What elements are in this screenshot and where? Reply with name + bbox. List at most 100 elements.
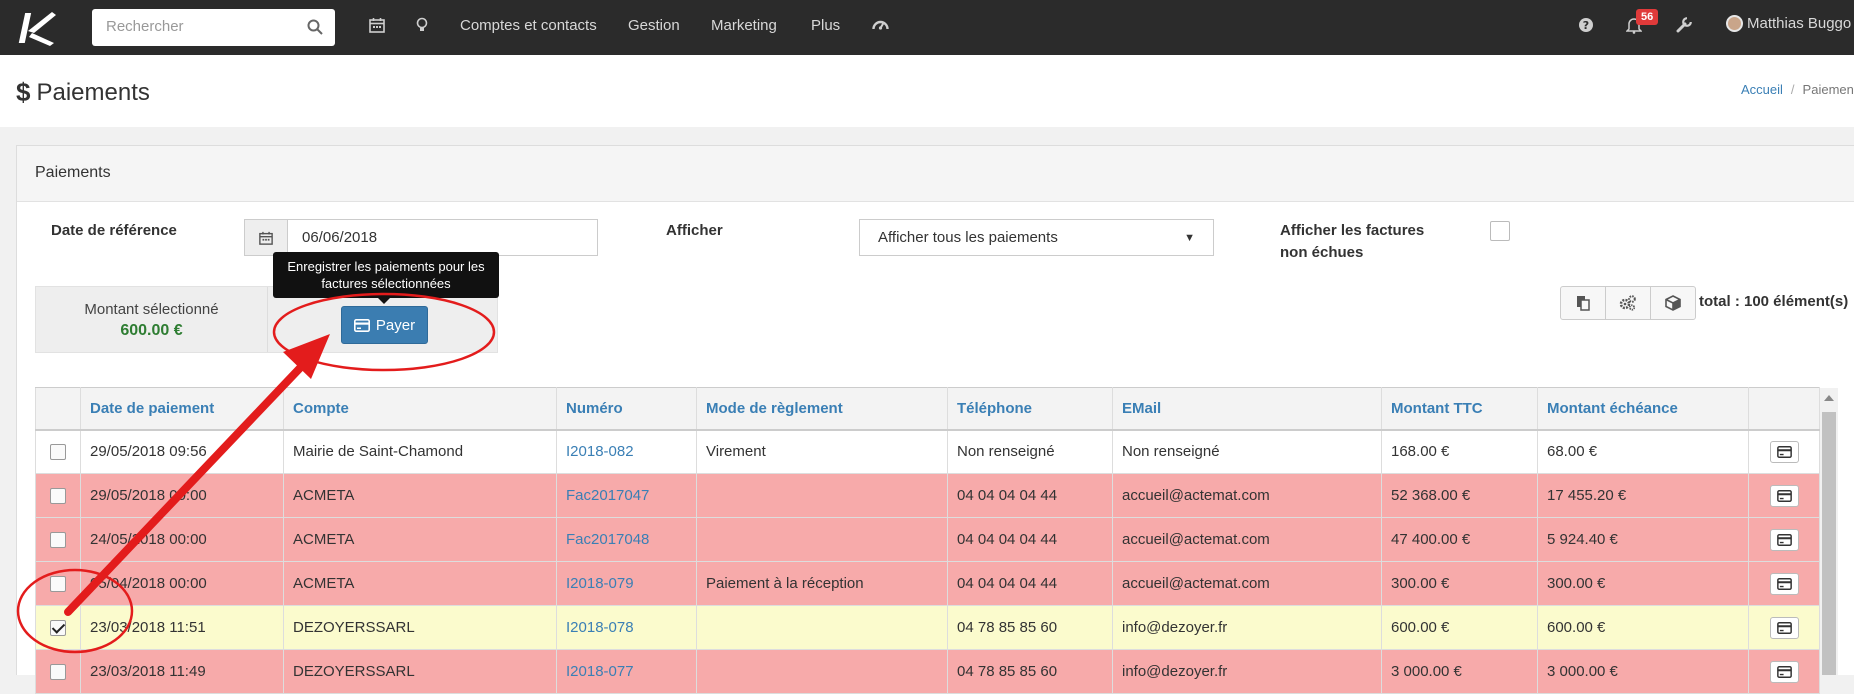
export-button[interactable]: [1650, 286, 1696, 320]
row-checkbox[interactable]: [50, 620, 66, 637]
page-header: $ Paiements Accueil / Paiements: [0, 55, 1854, 127]
cell-select: [35, 605, 81, 650]
row-checkbox[interactable]: [50, 532, 66, 549]
date-reference-input[interactable]: [287, 219, 598, 256]
cell-montant-echeance: 300.00 €: [1537, 561, 1749, 606]
cell-telephone: Non renseigné: [947, 429, 1113, 474]
cell-numero[interactable]: I2018-077: [556, 649, 697, 694]
help-icon[interactable]: ?: [1578, 17, 1594, 33]
cell-montant-ttc: 168.00 €: [1381, 429, 1538, 474]
row-pay-button[interactable]: [1769, 528, 1799, 551]
payments-panel: Paiements Date de référence Afficher Aff…: [16, 145, 1854, 694]
cell-montant-ttc: 47 400.00 €: [1381, 517, 1538, 562]
table-row[interactable]: 29/05/2018 00:00 ACMETA Fac2017047 04 04 04…: [35, 473, 1820, 518]
header-date[interactable]: Date de paiement: [80, 387, 284, 431]
afficher-select[interactable]: Afficher tous les paiements ▼: [859, 219, 1214, 256]
row-checkbox[interactable]: [50, 488, 66, 505]
user-menu[interactable]: Matthias Buggo: [1726, 15, 1851, 32]
cell-compte: DEZOYERSSARL: [283, 649, 557, 694]
nav-comptes-contacts[interactable]: Comptes et contacts: [460, 17, 597, 34]
credit-card-icon: [1776, 665, 1792, 678]
table-row[interactable]: 05/04/2018 00:00 ACMETA I2018-079 Paiement …: [35, 561, 1820, 606]
cell-date: 05/04/2018 00:00: [80, 561, 284, 606]
dashboard-icon[interactable]: [872, 17, 889, 33]
panel-heading: Paiements: [17, 146, 1854, 202]
tooltip-line2: factures sélectionnées: [321, 276, 451, 291]
scrollbar[interactable]: [1820, 388, 1838, 675]
breadcrumb-home[interactable]: Accueil: [1741, 82, 1783, 97]
app-logo[interactable]: [14, 9, 60, 47]
cell-numero[interactable]: I2018-079: [556, 561, 697, 606]
scroll-up-icon[interactable]: [1824, 395, 1834, 401]
row-pay-button[interactable]: [1769, 572, 1799, 595]
header-montant-echeance[interactable]: Montant échéance: [1537, 387, 1749, 431]
header-montant-ttc[interactable]: Montant TTC: [1381, 387, 1538, 431]
search-box: [92, 9, 335, 46]
copy-button[interactable]: [1560, 286, 1606, 320]
table-header-row: Date de paiement Compte Numéro Mode de r…: [35, 387, 1820, 431]
copy-icon: [1577, 296, 1590, 311]
cell-montant-echeance: 5 924.40 €: [1537, 517, 1749, 562]
credit-card-icon: [1776, 445, 1792, 458]
calendar-icon: [259, 231, 273, 245]
non-echues-checkbox[interactable]: [1490, 221, 1510, 241]
cell-compte: ACMETA: [283, 561, 557, 606]
row-pay-button[interactable]: [1769, 616, 1799, 639]
pay-button[interactable]: Payer: [341, 306, 428, 344]
table-row[interactable]: 23/03/2018 11:51 DEZOYERSSARL I2018-078 04 …: [35, 605, 1820, 650]
table-toolbar: [1560, 286, 1696, 320]
row-pay-button[interactable]: [1769, 440, 1799, 463]
nav-marketing[interactable]: Marketing: [711, 17, 777, 34]
top-navbar: Comptes et contacts Gestion Marketing Pl…: [0, 0, 1854, 55]
cell-montant-echeance: 600.00 €: [1537, 605, 1749, 650]
lightbulb-icon[interactable]: [416, 17, 428, 33]
table-row[interactable]: 29/05/2018 09:56 Mairie de Saint-Chamond I…: [35, 429, 1820, 474]
search-icon[interactable]: [307, 19, 323, 35]
table-row[interactable]: 23/03/2018 11:49 DEZOYERSSARL I2018-077 04 …: [35, 649, 1820, 694]
credit-card-icon: [1776, 577, 1792, 590]
pay-button-label: Payer: [375, 316, 416, 334]
table-row[interactable]: 24/05/2018 00:00 ACMETA Fac2017048 04 04 04…: [35, 517, 1820, 562]
header-telephone[interactable]: Téléphone: [947, 387, 1113, 431]
header-mode[interactable]: Mode de règlement: [696, 387, 948, 431]
credit-card-icon: [1776, 489, 1792, 502]
cell-numero[interactable]: I2018-082: [556, 429, 697, 474]
date-picker-button[interactable]: [244, 219, 287, 256]
cell-telephone: 04 04 04 04 44: [947, 517, 1113, 562]
breadcrumb-current: Paiements: [1802, 82, 1854, 97]
header-numero[interactable]: Numéro: [556, 387, 697, 431]
cell-numero[interactable]: Fac2017048: [556, 517, 697, 562]
row-pay-button[interactable]: [1769, 484, 1799, 507]
cell-numero[interactable]: I2018-078: [556, 605, 697, 650]
row-checkbox[interactable]: [50, 664, 66, 681]
row-checkbox[interactable]: [50, 576, 66, 593]
search-input[interactable]: [104, 9, 304, 44]
cell-montant-echeance: 17 455.20 €: [1537, 473, 1749, 518]
cell-date: 24/05/2018 00:00: [80, 517, 284, 562]
wrench-icon[interactable]: [1676, 17, 1692, 33]
cell-telephone: 04 04 04 04 44: [947, 473, 1113, 518]
credit-card-icon: [1776, 621, 1792, 634]
header-email[interactable]: EMail: [1112, 387, 1382, 431]
selected-amount-label: Montant sélectionné: [84, 301, 219, 318]
cell-mode: [696, 605, 948, 650]
scroll-thumb[interactable]: [1822, 412, 1836, 675]
cell-montant-echeance: 3 000.00 €: [1537, 649, 1749, 694]
afficher-selected-value: Afficher tous les paiements: [878, 229, 1058, 246]
cell-actions: [1748, 429, 1820, 474]
row-pay-button[interactable]: [1769, 660, 1799, 683]
svg-text:?: ?: [1583, 19, 1589, 32]
header-compte[interactable]: Compte: [283, 387, 557, 431]
calendar-icon[interactable]: [369, 17, 385, 33]
settings-button[interactable]: [1605, 286, 1651, 320]
nav-gestion[interactable]: Gestion: [628, 17, 680, 34]
user-name: Matthias Buggo: [1747, 15, 1852, 32]
cell-montant-echeance: 68.00 €: [1537, 429, 1749, 474]
cell-actions: [1748, 473, 1820, 518]
cell-numero[interactable]: Fac2017047: [556, 473, 697, 518]
row-checkbox[interactable]: [50, 444, 66, 461]
nav-plus[interactable]: Plus: [811, 17, 840, 34]
payments-table: Date de paiement Compte Numéro Mode de r…: [35, 387, 1820, 694]
settings-icon: [1619, 295, 1636, 311]
credit-card-icon: [353, 318, 370, 332]
